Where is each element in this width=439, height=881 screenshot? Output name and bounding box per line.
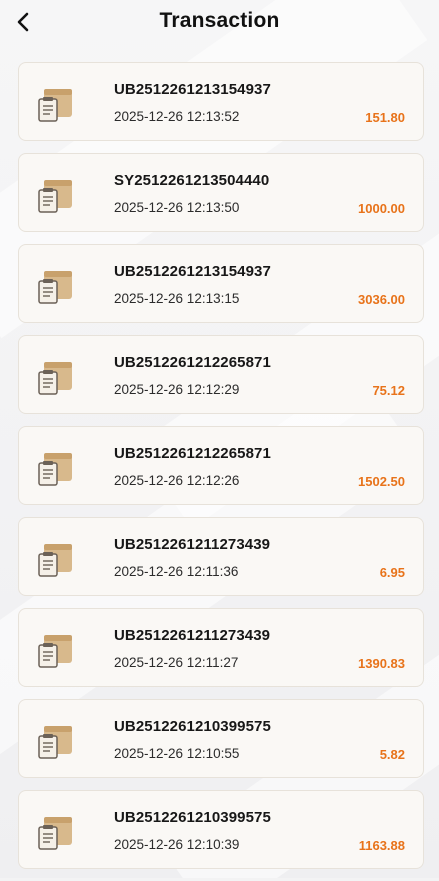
transaction-amount: 75.12 [372,383,405,398]
package-clipboard-icon [38,362,72,395]
transaction-card[interactable]: UB2512261210399575 2025-12-26 12:10:39 1… [18,790,424,869]
package-clipboard-icon [38,817,72,850]
transaction-card[interactable]: UB2512261211273439 2025-12-26 12:11:36 6… [18,517,424,596]
transaction-id: UB2512261211273439 [114,627,271,644]
transaction-time: 2025-12-26 12:12:29 [114,382,240,397]
transaction-id: UB2512261212265871 [114,445,271,462]
transaction-amount: 1000.00 [358,201,405,216]
transaction-id: UB2512261211273439 [114,536,271,553]
transaction-id: UB2512261210399575 [114,718,271,735]
transaction-list: UB2512261213154937 2025-12-26 12:13:52 1… [18,62,424,881]
transaction-time: 2025-12-26 12:12:26 [114,473,240,488]
transaction-amount: 151.80 [365,110,405,125]
transaction-id: UB2512261213154937 [114,263,271,280]
transaction-id: UB2512261213154937 [114,81,271,98]
transaction-amount: 3036.00 [358,292,405,307]
transaction-time: 2025-12-26 12:10:39 [114,837,240,852]
transaction-time: 2025-12-26 12:13:52 [114,109,240,124]
transaction-card[interactable]: UB2512261210399575 2025-12-26 12:10:55 5… [18,699,424,778]
transaction-amount: 1390.83 [358,656,405,671]
transaction-card[interactable]: UB2512261213154937 2025-12-26 12:13:15 3… [18,244,424,323]
transaction-time: 2025-12-26 12:10:55 [114,746,240,761]
transaction-amount: 6.95 [379,565,405,580]
page-title: Transaction [159,9,280,32]
transaction-id: UB2512261210399575 [114,809,271,826]
transaction-card[interactable]: UB2512261211273439 2025-12-26 12:11:27 1… [18,608,424,687]
transaction-card[interactable]: SY2512261213504440 2025-12-26 12:13:50 1… [18,153,424,232]
transaction-id: SY2512261213504440 [114,172,270,189]
transaction-card[interactable]: UB2512261212265871 2025-12-26 12:12:29 7… [18,335,424,414]
transaction-time: 2025-12-26 12:11:36 [114,564,239,579]
package-clipboard-icon [38,180,72,213]
transaction-time: 2025-12-26 12:13:15 [114,291,240,306]
top-bar: Transaction [0,0,439,44]
transaction-amount: 1163.88 [358,838,405,853]
transaction-card[interactable]: UB2512261213154937 2025-12-26 12:13:52 1… [18,62,424,141]
package-clipboard-icon [38,726,72,759]
transaction-time: 2025-12-26 12:11:27 [114,655,239,670]
package-clipboard-icon [38,635,72,668]
transaction-amount: 1502.50 [358,474,405,489]
package-clipboard-icon [38,89,72,122]
transaction-time: 2025-12-26 12:13:50 [114,200,240,215]
package-clipboard-icon [38,271,72,304]
transaction-id: UB2512261212265871 [114,354,271,371]
transaction-card[interactable]: UB2512261212265871 2025-12-26 12:12:26 1… [18,426,424,505]
package-clipboard-icon [38,453,72,486]
package-clipboard-icon [38,544,72,577]
transaction-amount: 5.82 [379,747,405,762]
